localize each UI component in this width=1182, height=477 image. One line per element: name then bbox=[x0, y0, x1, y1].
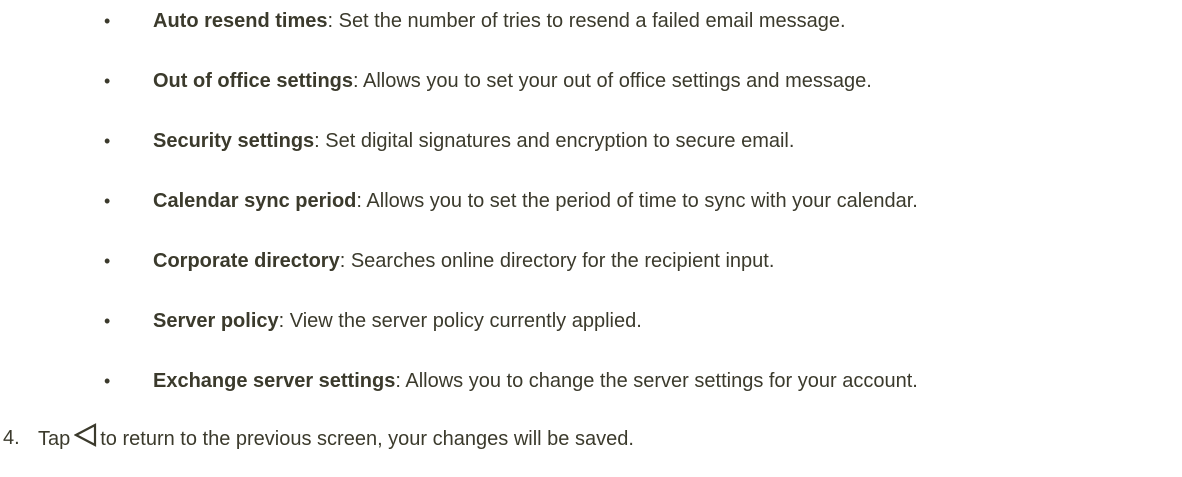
step-number: 4. bbox=[3, 427, 20, 449]
bullet-icon: • bbox=[104, 191, 111, 211]
list-item-text: Corporate directory: Searches online dir… bbox=[153, 246, 774, 276]
step-text: Tap to return to the previous screen, you… bbox=[38, 423, 634, 454]
bullet-icon: • bbox=[104, 131, 111, 151]
setting-term: Calendar sync period bbox=[153, 190, 357, 212]
setting-description: : Set the number of tries to resend a fa… bbox=[327, 10, 846, 32]
list-item-text: Security settings: Set digital signature… bbox=[153, 126, 794, 156]
bullet-icon: • bbox=[104, 71, 111, 91]
bullet-icon: • bbox=[104, 11, 111, 31]
back-triangle-icon bbox=[74, 423, 97, 447]
setting-description: : Searches online directory for the reci… bbox=[339, 250, 775, 272]
setting-description: : Allows you to set your out of office s… bbox=[353, 70, 872, 92]
setting-description: : View the server policy currently appli… bbox=[278, 310, 642, 332]
setting-term: Exchange server settings bbox=[153, 370, 396, 392]
step-text-after-icon: to return to the previous screen, your c… bbox=[100, 428, 634, 450]
setting-description: : Allows you to set the period of time t… bbox=[356, 190, 918, 212]
list-item-text: Out of office settings: Allows you to se… bbox=[153, 66, 872, 96]
bullet-icon: • bbox=[104, 311, 111, 331]
setting-term: Security settings bbox=[153, 130, 315, 152]
list-item-text: Server policy: View the server policy cu… bbox=[153, 306, 642, 336]
setting-term: Server policy bbox=[153, 310, 279, 332]
list-item-text: Auto resend times: Set the number of tri… bbox=[153, 6, 846, 36]
setting-description: : Set digital signatures and encryption … bbox=[314, 130, 795, 152]
setting-term: Corporate directory bbox=[153, 250, 340, 272]
bullet-icon: • bbox=[104, 251, 111, 271]
list-item-text: Calendar sync period: Allows you to set … bbox=[153, 186, 918, 216]
list-item-text: Exchange server settings: Allows you to … bbox=[153, 366, 918, 396]
setting-description: : Allows you to change the server settin… bbox=[395, 370, 918, 392]
setting-term: Auto resend times bbox=[153, 10, 328, 32]
step-text-before-icon: Tap bbox=[38, 428, 71, 450]
bullet-icon: • bbox=[104, 371, 111, 391]
setting-term: Out of office settings bbox=[153, 70, 353, 92]
